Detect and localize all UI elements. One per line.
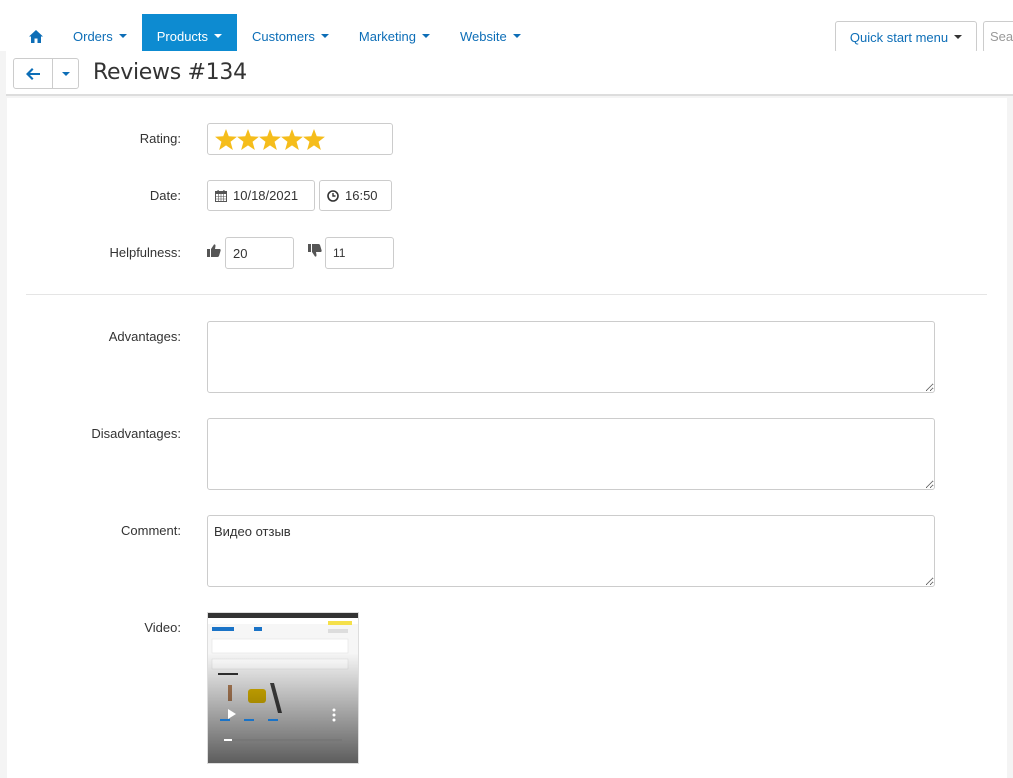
top-navbar: Orders Products Customers Marketing Webs…	[0, 0, 1013, 58]
calendar-icon	[215, 189, 227, 202]
arrow-left-icon	[26, 67, 40, 80]
nav-orders-label: Orders	[73, 28, 113, 44]
caret-down-icon	[320, 34, 329, 38]
video-player[interactable]	[207, 612, 359, 764]
advantages-label: Advantages:	[108, 329, 181, 344]
page-title: Reviews #134	[93, 60, 247, 85]
date-field[interactable]: 10/18/2021	[207, 180, 315, 211]
star-icon[interactable]	[237, 128, 259, 150]
nav-website-label: Website	[459, 28, 507, 44]
time-field[interactable]: 16:50	[319, 180, 392, 211]
advantages-textarea[interactable]	[207, 321, 935, 393]
rating-stars[interactable]	[207, 123, 393, 155]
dislikes-value: 11	[333, 246, 346, 260]
caret-down-icon	[214, 34, 223, 38]
video-label: Video:	[144, 620, 181, 635]
nav-products-label: Products	[156, 28, 209, 44]
star-icon[interactable]	[281, 128, 303, 150]
date-label: Date:	[149, 188, 181, 203]
disadvantages-label: Disadvantages:	[91, 426, 181, 441]
comment-textarea[interactable]	[207, 515, 935, 587]
caret-down-icon	[421, 34, 430, 38]
quick-start-label: Quick start menu	[849, 29, 949, 45]
caret-down-icon	[118, 34, 127, 38]
comment-label: Comment:	[121, 523, 181, 538]
back-button[interactable]	[13, 58, 53, 89]
disadvantages-textarea[interactable]	[207, 418, 935, 490]
video-thumbnail	[208, 613, 358, 763]
thumbs-down-icon	[308, 244, 322, 257]
dislikes-field[interactable]: 11	[325, 237, 394, 269]
quick-start-menu-button[interactable]: Quick start menu	[835, 21, 977, 53]
review-form: Rating: Date: 10/18/2021 16:50 Helpfulne…	[7, 98, 1007, 778]
nav-marketing-label: Marketing	[358, 28, 416, 44]
search-input[interactable]: Sea	[983, 21, 1013, 53]
caret-down-icon	[954, 35, 963, 39]
date-value: 10/18/2021	[233, 188, 299, 203]
time-value: 16:50	[345, 188, 378, 203]
home-icon	[29, 29, 43, 43]
likes-value: 20	[233, 245, 248, 261]
thumbs-up-icon	[207, 244, 221, 257]
caret-down-icon	[61, 71, 70, 76]
rating-label: Rating:	[139, 131, 181, 146]
star-icon[interactable]	[303, 128, 325, 150]
nav-customers-label: Customers	[252, 28, 315, 44]
star-icon[interactable]	[215, 128, 237, 150]
star-icon[interactable]	[259, 128, 281, 150]
caret-down-icon	[512, 34, 521, 38]
section-divider	[26, 294, 987, 295]
back-dropdown-button[interactable]	[52, 58, 79, 89]
page-header: Reviews #134	[6, 51, 1013, 96]
likes-field[interactable]: 20	[225, 237, 294, 269]
helpfulness-label: Helpfulness:	[109, 245, 181, 260]
clock-icon	[327, 189, 339, 202]
